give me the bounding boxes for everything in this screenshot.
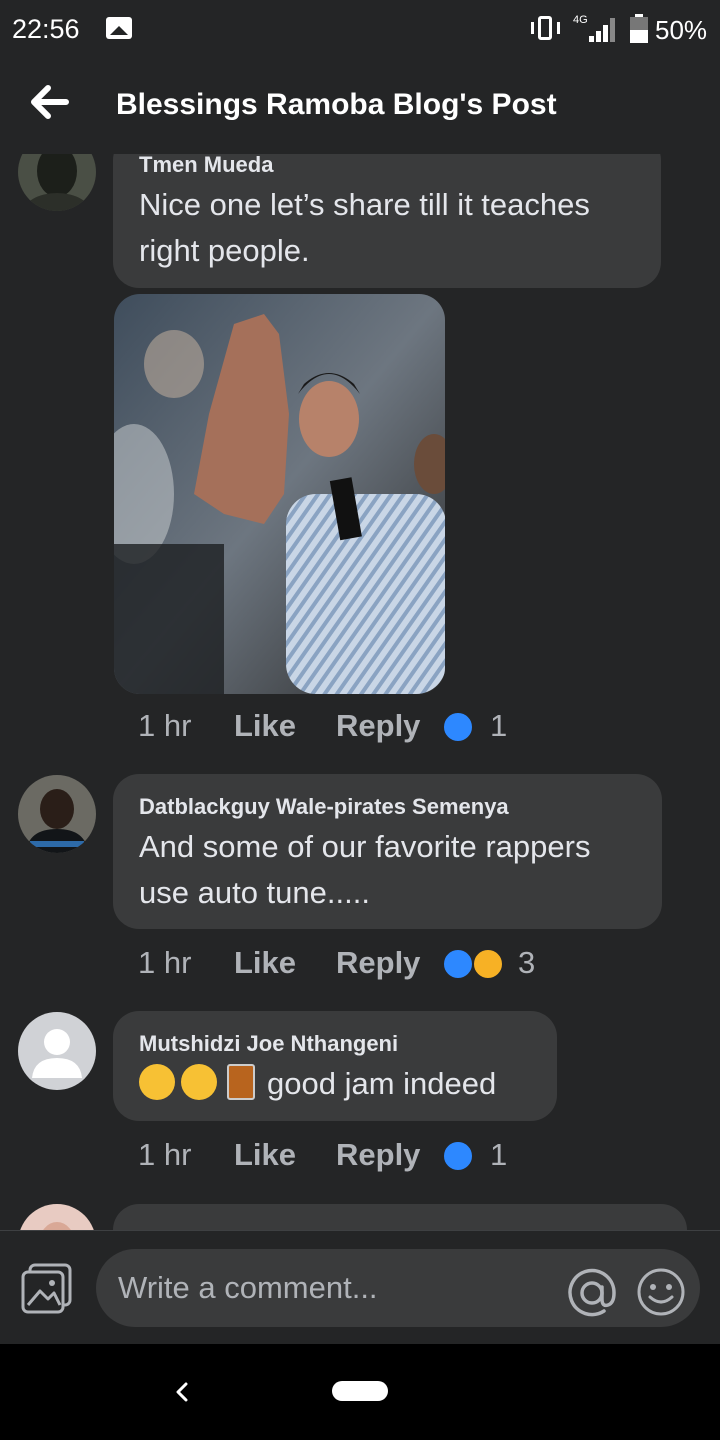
comment-meta: 1 hr Like Reply 1 xyxy=(138,1137,558,1177)
like-reaction-icon[interactable] xyxy=(442,711,474,743)
emoji-smiley-icon[interactable] xyxy=(636,1267,686,1317)
avatar[interactable] xyxy=(18,775,96,853)
comment-meta: 1 hr Like Reply 3 xyxy=(138,945,578,985)
reaction-count[interactable]: 3 xyxy=(518,945,535,981)
avatar[interactable] xyxy=(18,1204,96,1230)
like-button[interactable]: Like xyxy=(234,945,296,981)
back-arrow-icon[interactable] xyxy=(28,82,70,122)
nav-home-pill[interactable] xyxy=(332,1381,388,1401)
comment-meta: 1 hr Like Reply 1 xyxy=(138,708,558,748)
comment-bubble[interactable]: Tmen Mueda Nice one let’s share till it … xyxy=(113,154,661,288)
image-notification-icon xyxy=(106,17,132,39)
comment-photo[interactable] xyxy=(114,294,445,694)
reaction-count[interactable]: 1 xyxy=(490,708,507,744)
comment-time[interactable]: 1 hr xyxy=(138,708,191,744)
comments-feed[interactable]: Tmen Mueda Nice one let’s share till it … xyxy=(0,154,720,1230)
haha-reaction-icon[interactable] xyxy=(472,948,504,980)
grinning-emoji xyxy=(139,1064,175,1100)
comment-bubble[interactable]: Mutshidzi Joe Nthangeni good jam indeed xyxy=(113,1011,557,1121)
battery-icon xyxy=(630,14,648,43)
like-reaction-icon[interactable] xyxy=(442,1140,474,1172)
vibrate-icon xyxy=(528,16,564,42)
battery-percent: 50% xyxy=(655,15,708,45)
comment-text-line: Nice one let’s share till it teaches xyxy=(139,187,590,222)
like-button[interactable]: Like xyxy=(234,708,296,744)
avatar[interactable] xyxy=(18,1012,96,1090)
comment-author[interactable]: Tmen Mueda xyxy=(139,154,635,178)
nav-back-icon[interactable] xyxy=(168,1372,194,1412)
comment-composer xyxy=(0,1230,720,1345)
status-bar: 22:56 4G 50% xyxy=(0,0,720,62)
comment-time[interactable]: 1 hr xyxy=(138,945,191,981)
comment-author[interactable]: Datblackguy Wale-pirates Semenya xyxy=(139,794,636,820)
mention-at-icon[interactable] xyxy=(566,1267,618,1319)
system-nav-bar xyxy=(0,1344,720,1440)
status-time: 22:56 xyxy=(12,14,80,44)
photo-gallery-icon[interactable] xyxy=(20,1263,74,1315)
comment-text: good jam indeed xyxy=(139,1061,531,1107)
grinning-emoji xyxy=(181,1064,217,1100)
comment-text-content: good jam indeed xyxy=(267,1066,497,1101)
avatar[interactable] xyxy=(18,154,96,211)
comment-time[interactable]: 1 hr xyxy=(138,1137,191,1173)
like-reaction-icon[interactable] xyxy=(442,948,474,980)
comment-author[interactable]: Mutshidzi Joe Nthangeni xyxy=(139,1031,531,1057)
comment-bubble[interactable]: Datblackguy Wale-pirates Semenya And som… xyxy=(113,774,662,929)
reply-button[interactable]: Reply xyxy=(336,708,420,744)
comment-text-line: And some of our favorite rappers xyxy=(139,829,591,864)
comment-text-line: use auto tune..... xyxy=(139,875,370,910)
reply-button[interactable]: Reply xyxy=(336,1137,420,1173)
page-title: Blessings Ramoba Blog's Post xyxy=(116,88,557,121)
network-type: 4G xyxy=(573,14,588,26)
app-header: Blessings Ramoba Blog's Post xyxy=(0,62,720,154)
like-button[interactable]: Like xyxy=(234,1137,296,1173)
whiskey-glass-emoji xyxy=(227,1064,255,1100)
comment-bubble[interactable] xyxy=(113,1204,687,1230)
signal-icon xyxy=(589,16,619,42)
reaction-count[interactable]: 1 xyxy=(490,1137,507,1173)
reply-button[interactable]: Reply xyxy=(336,945,420,981)
comment-text-line: right people. xyxy=(139,233,310,268)
